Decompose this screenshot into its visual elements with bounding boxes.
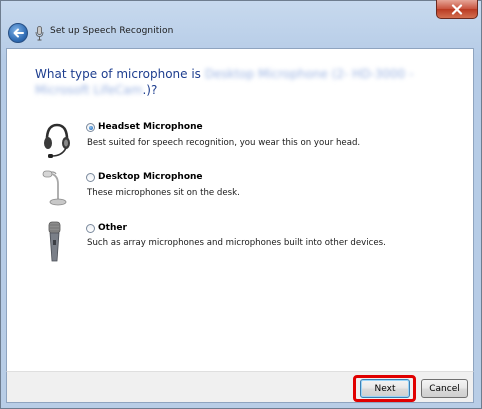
desktop-radio[interactable] [86, 173, 95, 182]
close-icon [451, 3, 463, 15]
headset-icon [44, 123, 70, 158]
desktop-microphone-icon [42, 170, 67, 206]
handheld-microphone-icon [48, 221, 61, 262]
headset-label[interactable]: Headset Microphone [98, 122, 203, 132]
cancel-button[interactable]: Cancel [421, 379, 468, 398]
question-suffix: .)? [142, 83, 158, 97]
back-arrow-icon [13, 28, 24, 38]
microphone-icon [35, 26, 44, 41]
other-description: Such as array microphones and microphone… [87, 238, 386, 248]
window-title: Set up Speech Recognition [50, 26, 174, 36]
page-heading: What type of microphone is Desktop Micro… [35, 66, 445, 98]
other-radio[interactable] [86, 224, 95, 233]
headset-radio[interactable] [86, 123, 95, 132]
desktop-label[interactable]: Desktop Microphone [98, 172, 203, 182]
question-prefix: What type of microphone is [35, 67, 205, 81]
back-button[interactable] [8, 23, 28, 43]
other-label[interactable]: Other [98, 223, 127, 233]
desktop-description: These microphones sit on the desk. [87, 188, 240, 198]
title-bar: Set up Speech Recognition [0, 0, 480, 48]
highlight-box [353, 375, 416, 402]
close-button[interactable] [436, 0, 478, 19]
headset-description: Best suited for speech recognition, you … [87, 138, 361, 148]
